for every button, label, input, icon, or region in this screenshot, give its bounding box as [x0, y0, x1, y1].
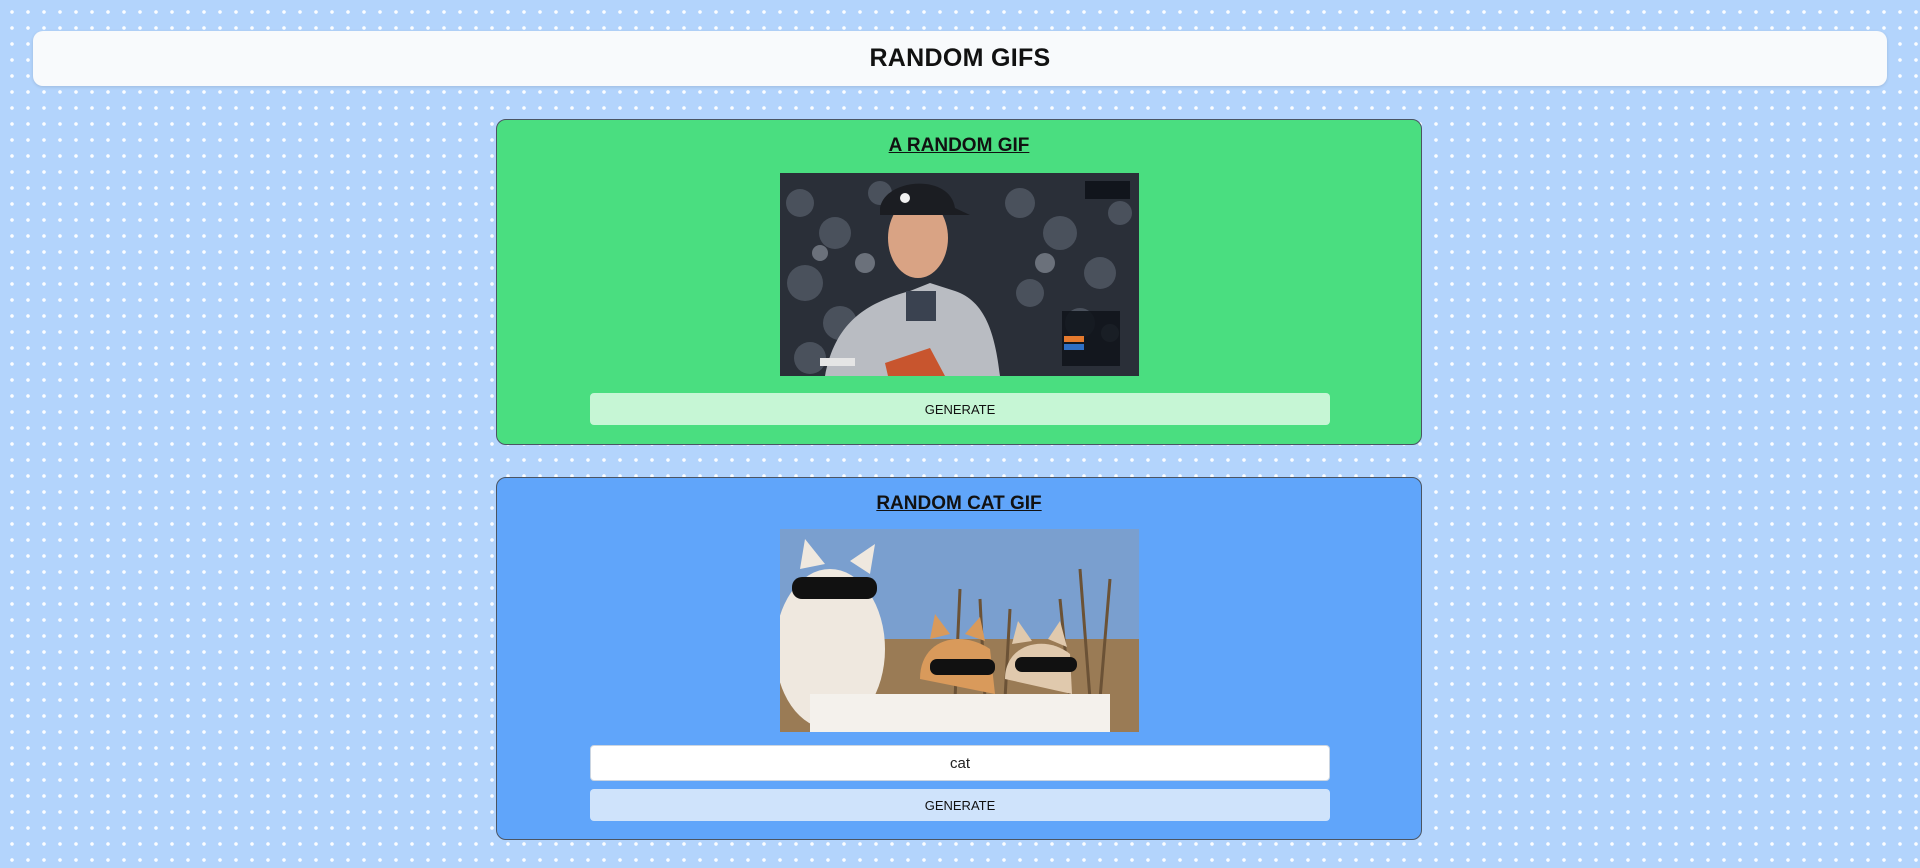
random-gif-card: A RANDOM GIF GENERATE — [496, 119, 1422, 445]
cat-gif-generate-button[interactable]: GENERATE — [590, 789, 1330, 821]
page-title: RANDOM GIFS — [869, 44, 1051, 72]
cat-tag-input[interactable] — [590, 745, 1330, 781]
random-gif-image — [780, 173, 1139, 376]
header-bar: RANDOM GIFS — [33, 31, 1887, 86]
baseball-gif-illustration — [780, 173, 1139, 376]
cat-gif-title: RANDOM CAT GIF — [876, 493, 1042, 514]
random-gif-title: A RANDOM GIF — [888, 135, 1030, 156]
random-gif-generate-button[interactable]: GENERATE — [590, 393, 1330, 425]
cats-gif-illustration — [780, 529, 1139, 732]
cat-gif-card: RANDOM CAT GIF GENERATE — [496, 477, 1422, 840]
cat-gif-image — [780, 529, 1139, 732]
